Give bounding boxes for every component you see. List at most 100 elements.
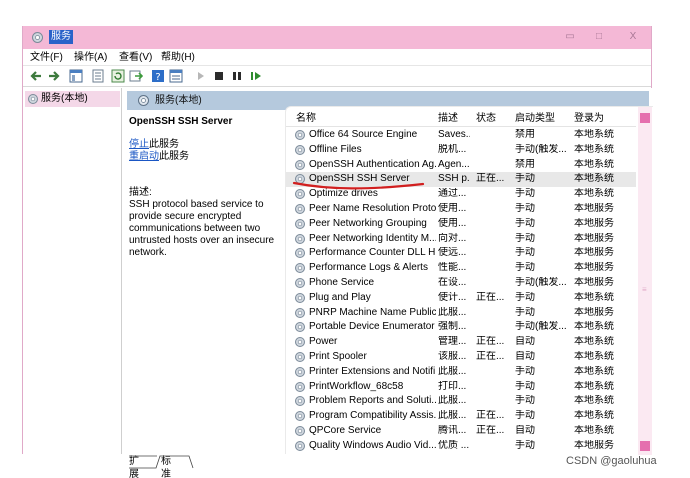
forward-icon[interactable] — [47, 69, 61, 83]
column-description[interactable]: 描述 — [438, 113, 458, 125]
service-gear-icon — [295, 396, 305, 407]
cell-description: 使用... — [438, 217, 467, 229]
description-label: 描述: — [129, 187, 152, 198]
column-status[interactable]: 状态 — [476, 113, 496, 125]
cell-name: OpenSSH Authentication Ag... — [309, 158, 436, 170]
table-row[interactable]: PrintWorkflow_68c58 打印... 手动 本地系统 — [286, 380, 636, 395]
cell-log-on-as: 本地服务 — [574, 217, 614, 229]
cell-log-on-as: 本地系统 — [574, 351, 614, 362]
services-list[interactable]: 名称 描述 状态 启动类型 登录为 Office 64 Source Engin… — [285, 106, 653, 455]
cell-description: 向对... — [438, 232, 467, 244]
pause-icon[interactable] — [231, 69, 243, 83]
column-log-on-as[interactable]: 登录为 — [574, 113, 604, 125]
cell-log-on-as: 本地系统 — [574, 336, 614, 348]
cell-startup-type: 手动 — [515, 306, 535, 318]
column-startup-type[interactable]: 启动类型 — [515, 113, 555, 125]
properties-icon[interactable] — [91, 69, 105, 83]
table-row[interactable]: PNRP Machine Name Public... 此服... 手动 本地服务 — [286, 306, 636, 321]
cell-description: 强制... — [438, 321, 467, 333]
scroll-down-button[interactable] — [640, 441, 650, 451]
service-gear-icon — [295, 440, 305, 451]
cell-status: 正在... — [476, 410, 505, 422]
table-row[interactable]: Printer Extensions and Notifi... 此服... 手动 本… — [286, 365, 636, 380]
help-icon[interactable]: ? — [151, 69, 165, 83]
cell-description: 性能... — [438, 262, 467, 274]
table-row[interactable]: Print Spooler 该服... 正在... 自动 本地系统 — [286, 350, 636, 365]
gear-icon — [32, 32, 43, 43]
table-row[interactable]: Portable Device Enumerator ... 强制... 手动(触发… — [286, 320, 636, 335]
cell-startup-type: 禁用 — [515, 129, 535, 140]
restart-service-suffix: 此服务 — [159, 151, 189, 162]
cell-description: 此服... — [438, 306, 467, 318]
refresh-icon[interactable] — [111, 69, 125, 83]
cell-description: 此服... — [438, 410, 467, 422]
cell-name: Office 64 Source Engine — [309, 129, 418, 140]
gear-icon — [138, 95, 149, 106]
back-icon[interactable] — [29, 69, 43, 83]
table-row[interactable]: Plug and Play 使计... 正在... 手动 本地系统 — [286, 291, 636, 306]
table-row[interactable]: Peer Networking Grouping 使用... 手动 本地服务 — [286, 217, 636, 232]
table-row[interactable]: Peer Networking Identity M... 向对... 手动 本地服务 — [286, 232, 636, 247]
table-row[interactable]: Offline Files 脱机... 手动(触发... 本地系统 — [286, 143, 636, 158]
scroll-up-button[interactable] — [640, 113, 650, 123]
menu-file[interactable]: 文件(F) — [30, 51, 63, 64]
cell-description: 使用... — [438, 203, 467, 214]
cell-log-on-as: 本地系统 — [574, 158, 614, 170]
table-row[interactable]: Power 管理... 正在... 自动 本地系统 — [286, 335, 636, 350]
table-row[interactable]: Optimize drives 通过... 手动 本地系统 — [286, 187, 636, 202]
table-row[interactable]: Peer Name Resolution Proto... 使用... 手动 本地服务 — [286, 202, 636, 217]
services-header-title: 服务(本地) — [155, 95, 202, 106]
table-row[interactable]: Office 64 Source Engine Saves... 禁用 本地系统 — [286, 128, 636, 143]
cell-description: 优质 ... — [438, 439, 470, 451]
table-row[interactable]: Quality Windows Audio Vid... 优质 ... 手动 本地服务 — [286, 439, 636, 454]
cell-name: OpenSSH SSH Server — [309, 173, 410, 185]
service-gear-icon — [295, 278, 305, 288]
table-row[interactable]: Performance Counter DLL H... 使远... 手动 本地服务 — [286, 246, 636, 261]
restart-service-link[interactable]: 重启动 — [129, 151, 159, 162]
cell-startup-type: 手动 — [515, 173, 535, 185]
cell-status: 正在... — [476, 291, 505, 303]
restart-icon[interactable] — [249, 69, 263, 83]
cell-description: Saves... — [438, 129, 470, 140]
tree-item-services-local[interactable]: 服务(本地) — [25, 91, 120, 107]
cell-status: 正在... — [476, 351, 505, 362]
table-row[interactable]: Program Compatibility Assis... 此服... 正在...… — [286, 409, 636, 424]
description-text: SSH protocol based service to provide se… — [129, 199, 275, 258]
cell-description: 脱机... — [438, 143, 467, 155]
cell-status: 正在... — [476, 425, 505, 436]
cell-name: Offline Files — [309, 143, 362, 155]
minimize-button[interactable]: ▭ — [560, 29, 580, 45]
menu-action[interactable]: 操作(A) — [74, 51, 107, 64]
table-row[interactable]: Problem Reports and Soluti... 此服... 手动 本地系统 — [286, 394, 636, 409]
title-bar[interactable]: 服务 ▭ □ X — [23, 26, 651, 49]
window-title: 服务 — [49, 30, 73, 44]
table-row[interactable]: Performance Logs & Alerts 性能... 手动 本地服务 — [286, 261, 636, 276]
stop-service-link[interactable]: 停止 — [129, 139, 149, 150]
tab-outline — [129, 455, 194, 469]
table-row[interactable]: QPCore Service 腾讯... 正在... 自动 本地系统 — [286, 424, 636, 439]
console-tree-icon[interactable] — [69, 69, 83, 83]
scroll-grip[interactable]: ≡ — [642, 285, 647, 294]
service-gear-icon — [295, 322, 305, 333]
menu-view[interactable]: 查看(V) — [119, 51, 152, 64]
stop-icon[interactable] — [213, 69, 225, 83]
service-detail-title: OpenSSH SSH Server — [129, 116, 233, 127]
cell-description: Agen... — [438, 158, 470, 170]
maximize-button[interactable]: □ — [589, 29, 609, 45]
cell-name: Performance Logs & Alerts — [309, 262, 428, 274]
toolbar: ? — [23, 66, 651, 87]
view-icon[interactable] — [169, 69, 183, 83]
menu-help[interactable]: 帮助(H) — [161, 51, 195, 64]
vertical-scrollbar[interactable]: ≡ — [638, 107, 652, 455]
cell-log-on-as: 本地系统 — [574, 410, 614, 422]
table-row[interactable]: OpenSSH Authentication Ag... Agen... 禁用 本地系… — [286, 158, 636, 173]
table-row[interactable]: Phone Service 在设... 手动(触发... 本地服务 — [286, 276, 636, 291]
service-gear-icon — [295, 174, 305, 185]
cell-log-on-as: 本地服务 — [574, 262, 614, 274]
column-name[interactable]: 名称 — [296, 113, 316, 125]
start-icon[interactable] — [195, 69, 207, 83]
close-button[interactable]: X — [619, 29, 647, 45]
export-icon[interactable] — [129, 69, 143, 83]
table-row[interactable]: OpenSSH SSH Server SSH p... 正在... 手动 本地系统 — [286, 172, 636, 188]
cell-startup-type: 自动 — [515, 425, 535, 436]
